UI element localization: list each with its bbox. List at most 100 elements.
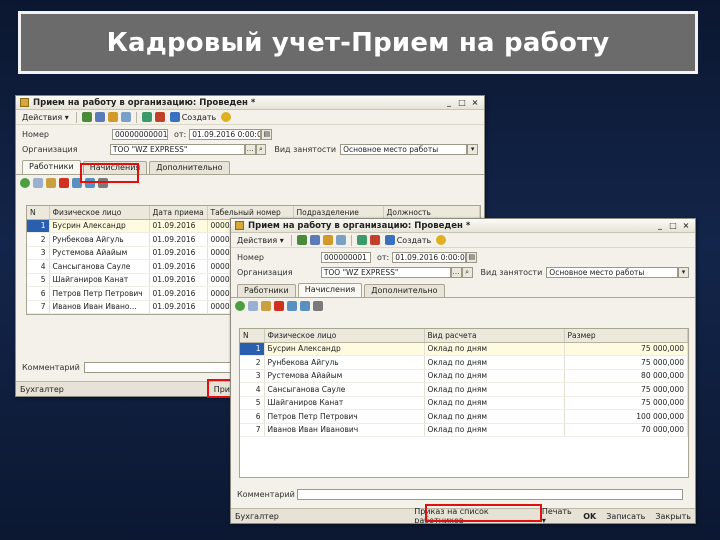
table-cell[interactable]: 01.09.2016 (149, 286, 208, 301)
table-cell[interactable]: 75 000,000 (564, 382, 688, 397)
table-cell[interactable]: Рустемова Айайым (264, 369, 425, 383)
back-employment-field[interactable]: Основное место работы (340, 144, 468, 155)
chevron-down-icon[interactable]: ▾ (467, 144, 478, 155)
close-button[interactable]: Закрыть (655, 512, 691, 521)
table-row[interactable]: 2 Рунбекова Айгуль Оклад по дням 75 000,000 (240, 355, 688, 370)
table-cell[interactable]: Петров Петр Петрович (49, 286, 150, 301)
table-row[interactable]: 5 Шайганиров Канат Оклад по дням 75 000,000 (240, 396, 688, 410)
col-n[interactable]: N (27, 206, 50, 220)
table-cell[interactable]: Иванов Иван Иванович (264, 423, 425, 437)
edit-icon[interactable] (261, 300, 271, 311)
select-icon[interactable]: … (244, 144, 256, 155)
edit-icon[interactable] (46, 177, 56, 188)
table-cell[interactable]: 100 000,000 (564, 409, 688, 424)
front-date-field[interactable]: 01.09.2016 0:00:00 (392, 252, 467, 263)
col-hire-date[interactable]: Дата приема (149, 206, 208, 220)
table-cell[interactable]: Оклад по дням (424, 355, 565, 370)
structure-icon[interactable] (141, 112, 152, 122)
table-cell[interactable]: 5 (240, 396, 265, 410)
maximize-icon[interactable]: □ (668, 221, 678, 231)
tab-additional[interactable]: Дополнительно (149, 161, 230, 174)
write-button[interactable]: Записать (606, 512, 645, 521)
save-icon[interactable] (309, 235, 320, 245)
actions-menu[interactable]: Действия ▾ (20, 111, 71, 123)
post-icon[interactable] (107, 112, 118, 122)
table-cell[interactable]: Оклад по дням (424, 382, 565, 397)
table-cell[interactable]: Сансыганова Сауле (264, 382, 425, 397)
table-cell[interactable]: Оклад по дням (424, 342, 565, 356)
table-cell[interactable]: 1 (27, 219, 50, 233)
dt-kt-icon[interactable] (369, 235, 380, 245)
table-cell[interactable]: Оклад по дням (424, 409, 565, 424)
table-row[interactable]: 6 Петров Петр Петрович Оклад по дням 100 00… (240, 409, 688, 424)
delete-icon[interactable] (59, 177, 69, 188)
print-button[interactable]: Печать ▾ (542, 507, 575, 523)
table-cell[interactable]: Сансыганова Сауле (49, 259, 150, 274)
table-row[interactable]: 7 Иванов Иван Иванович Оклад по дням 70 000… (240, 423, 688, 437)
table-cell[interactable]: Рунбекова Айгуль (49, 232, 150, 247)
table-cell[interactable]: 4 (240, 382, 265, 397)
table-cell[interactable]: Оклад по дням (424, 396, 565, 410)
arrow-up-icon[interactable] (287, 300, 297, 311)
calendar-icon[interactable]: ▤ (261, 129, 273, 140)
edit-icon[interactable] (120, 112, 131, 122)
table-cell[interactable]: 01.09.2016 (149, 232, 208, 247)
col-person[interactable]: Физическое лицо (49, 206, 150, 220)
table-row[interactable]: 3 Рустемова Айайым Оклад по дням 80 000,000 (240, 369, 688, 383)
dt-kt-icon[interactable] (154, 112, 165, 122)
table-cell[interactable]: 2 (27, 232, 50, 247)
search-icon[interactable]: ⌕ (255, 144, 267, 155)
edit-icon[interactable] (335, 235, 346, 245)
create-button[interactable]: Создать (383, 234, 434, 246)
table-cell[interactable]: Оклад по дням (424, 423, 565, 437)
delete-icon[interactable] (274, 300, 284, 311)
calendar-icon[interactable]: ▤ (466, 252, 478, 263)
front-number-field[interactable]: 000000001 (321, 252, 371, 263)
table-cell[interactable]: 01.09.2016 (149, 273, 208, 287)
minimize-icon[interactable]: _ (655, 221, 665, 231)
back-org-field[interactable]: ТОО "WZ EXPRESS" (109, 144, 245, 155)
col-n[interactable]: N (240, 329, 265, 343)
table-cell[interactable]: 7 (240, 423, 265, 437)
back-date-field[interactable]: 01.09.2016 0:00:00 (189, 129, 262, 140)
table-cell[interactable]: Иванов Иван Ивано... (49, 300, 150, 314)
tab-workers[interactable]: Работники (237, 284, 296, 297)
col-calc-type[interactable]: Вид расчета (424, 329, 565, 343)
table-row[interactable]: 1 Бусрин Александр Оклад по дням 75 000,000 (240, 342, 688, 356)
add-icon[interactable] (20, 177, 30, 188)
chevron-down-icon[interactable]: ▾ (678, 267, 690, 278)
post-icon[interactable] (322, 235, 333, 245)
save-icon[interactable] (94, 112, 105, 122)
search-icon[interactable]: ⌕ (461, 267, 473, 278)
arrow-down-icon[interactable] (300, 300, 310, 311)
add-icon[interactable] (296, 235, 307, 245)
close-icon[interactable]: × (470, 98, 480, 108)
back-number-field[interactable]: 00000000001 (112, 129, 168, 140)
table-cell[interactable]: 75 000,000 (564, 396, 688, 410)
front-comment-field[interactable] (297, 489, 683, 500)
help-icon[interactable] (221, 112, 232, 122)
add-icon[interactable] (235, 300, 245, 311)
actions-menu[interactable]: Действия ▾ (235, 234, 286, 246)
table-cell[interactable]: 3 (240, 369, 265, 383)
table-cell[interactable]: 6 (240, 409, 265, 424)
table-cell[interactable]: Бусрин Александр (264, 342, 425, 356)
table-cell[interactable]: Петров Петр Петрович (264, 409, 425, 424)
table-cell[interactable]: Бусрин Александр (49, 219, 150, 233)
sort-icon[interactable] (313, 300, 323, 311)
table-row[interactable]: 4 Сансыганова Сауле Оклад по дням 75 000,00… (240, 382, 688, 397)
table-cell[interactable]: 6 (27, 286, 50, 301)
create-button[interactable]: Создать (168, 111, 219, 123)
tab-workers[interactable]: Работники (22, 160, 81, 174)
table-cell[interactable]: 75 000,000 (564, 342, 688, 356)
table-cell[interactable]: Рунбекова Айгуль (264, 355, 425, 370)
structure-icon[interactable] (356, 235, 367, 245)
ok-button[interactable]: OK (583, 512, 596, 521)
tab-additional[interactable]: Дополнительно (364, 284, 445, 297)
table-cell[interactable]: Шайганиров Канат (264, 396, 425, 410)
help-icon[interactable] (436, 235, 447, 245)
select-icon[interactable]: … (450, 267, 462, 278)
tab-accruals[interactable]: Начисления (297, 283, 363, 297)
table-cell[interactable]: 3 (27, 246, 50, 260)
copy-icon[interactable] (248, 300, 258, 311)
